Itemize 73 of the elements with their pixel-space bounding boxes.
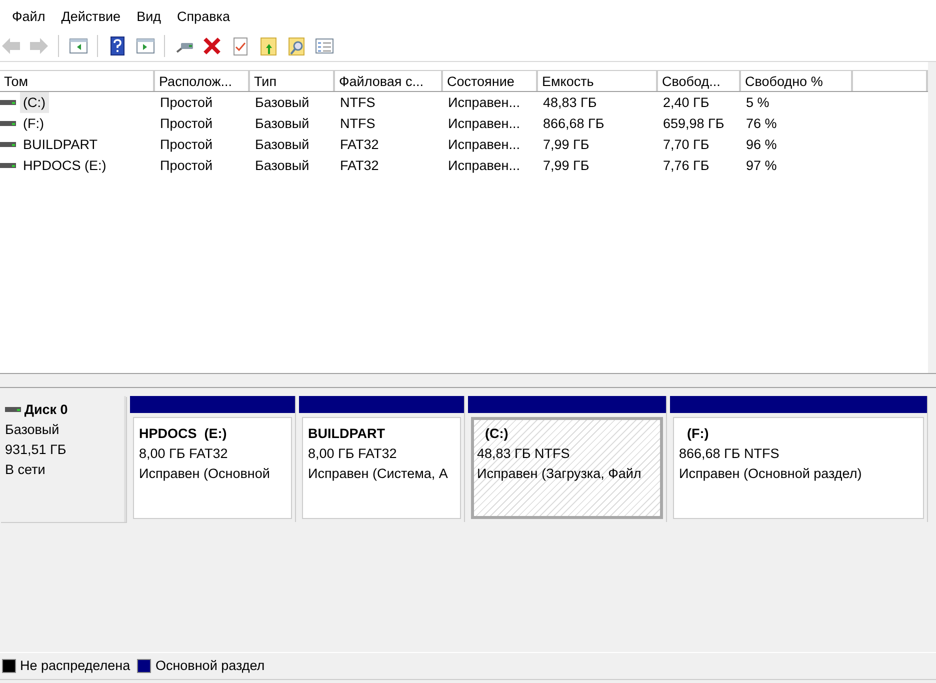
splitter-bar[interactable] <box>0 373 936 388</box>
table-cell-text: Простой <box>159 136 214 154</box>
drive-icon <box>0 162 16 170</box>
menu-item[interactable]: Файл <box>4 8 54 30</box>
partition-name: (C:) <box>484 425 510 443</box>
table-cell-text: Исправен... <box>447 157 522 175</box>
partition-size: 48,83 ГБ NTFS <box>477 445 571 463</box>
legend-label: Не распределена <box>20 656 130 675</box>
disk-name: Диск 0 <box>24 401 68 419</box>
partition-size: 8,00 ГБ FAT32 <box>308 445 398 463</box>
legend-label: Основной раздел <box>155 656 265 675</box>
partition-status: Исправен (Основной раздел) <box>679 465 863 483</box>
table-cell-text: Базовый <box>254 94 310 112</box>
table-cell-text: Базовый <box>254 136 310 154</box>
disk-status: В сети <box>5 461 46 479</box>
table-cell-text: FAT32 <box>339 136 380 154</box>
table-cell-text: 97 % <box>745 157 778 175</box>
table-cell-text: Простой <box>159 94 214 112</box>
table-cell-text: Исправен... <box>447 115 522 133</box>
menu-item[interactable]: Действие <box>53 8 129 30</box>
column-header[interactable]: Состояние <box>443 70 538 91</box>
drive-icon <box>5 406 21 414</box>
volume-name[interactable]: (C:) <box>20 92 48 113</box>
partition-size: 8,00 ГБ FAT32 <box>139 445 229 463</box>
table-cell-text: 7,76 ГБ <box>662 157 710 175</box>
table-cell-text: 5 % <box>745 94 770 112</box>
table-cell-text: 866,68 ГБ <box>542 115 606 133</box>
partition-block[interactable]: BUILDPART 8,00 ГБ FAT32 Исправен (Система, А <box>302 417 461 519</box>
column-header[interactable]: Емкость <box>538 70 658 91</box>
partition-block[interactable]: (C:) 48,83 ГБ NTFS Исправен (Загрузка, Файл <box>471 417 663 519</box>
table-cell-text: 659,98 ГБ <box>662 115 726 133</box>
table-cell-text: Базовый <box>254 157 310 175</box>
column-header[interactable]: Том <box>0 70 155 91</box>
table-cell-text: FAT32 <box>339 157 380 175</box>
table-cell-text: 48,83 ГБ <box>542 94 598 112</box>
column-header[interactable]: Тип <box>250 70 335 91</box>
partition-status: Исправен (Основной <box>139 465 271 483</box>
table-cell-text: 7,70 ГБ <box>662 136 710 154</box>
table-cell-text: 7,99 ГБ <box>542 157 590 175</box>
disk-size: 931,51 ГБ <box>5 441 68 459</box>
volume-name[interactable]: (F:) <box>20 113 47 134</box>
partition-status: Исправен (Загрузка, Файл <box>477 465 642 483</box>
table-cell-text: 96 % <box>745 136 778 154</box>
delete-icon[interactable] <box>201 34 223 56</box>
column-header[interactable]: Свободно % <box>741 70 853 91</box>
table-cell-text: Простой <box>159 115 214 133</box>
disk-type: Базовый <box>5 421 60 439</box>
column-header[interactable]: Файловая с... <box>335 70 443 91</box>
table-cell-text: NTFS <box>339 115 376 133</box>
table-cell-text: Базовый <box>254 115 310 133</box>
column-header[interactable]: Свобод... <box>658 70 741 91</box>
partition-block[interactable]: (F:) 866,68 ГБ NTFS Исправен (Основной раздел) <box>673 417 924 519</box>
menu-item[interactable]: Вид <box>128 8 169 30</box>
table-cell-text: 7,99 ГБ <box>542 136 590 154</box>
drive-icon <box>0 140 16 148</box>
table-cell-text: 2,40 ГБ <box>662 94 710 112</box>
table-cell-text: Исправен... <box>447 136 522 154</box>
partition-status: Исправен (Система, А <box>308 465 449 483</box>
partition-name: BUILDPART <box>308 425 386 443</box>
volume-name[interactable]: HPDOCS (E:) <box>20 155 110 176</box>
table-cell-text: Исправен... <box>447 94 522 112</box>
drive-icon <box>0 98 16 106</box>
partition-name: (F:) <box>686 425 710 443</box>
table-cell-text: 76 % <box>745 115 778 133</box>
partition-name: HPDOCS (E:) <box>139 425 228 443</box>
menu-item[interactable]: Справка <box>169 8 238 30</box>
column-header[interactable]: Располож... <box>155 70 250 91</box>
drive-icon <box>0 120 16 128</box>
partition-size: 866,68 ГБ NTFS <box>679 445 780 463</box>
table-cell-text: Простой <box>159 157 214 175</box>
table-cell-text: NTFS <box>339 94 376 112</box>
volume-name[interactable]: BUILDPART <box>20 134 101 155</box>
partition-block[interactable]: HPDOCS (E:) 8,00 ГБ FAT32 Исправен (Основной <box>133 417 292 519</box>
